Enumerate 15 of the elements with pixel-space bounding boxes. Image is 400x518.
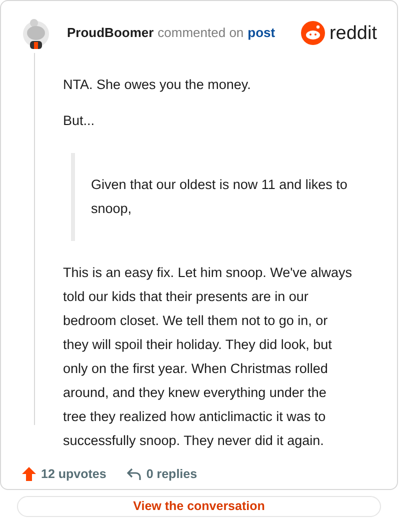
comment-paragraph: But... [63,112,96,130]
reddit-logo-icon [301,21,326,45]
quoted-text: Given that our oldest is now 11 and likes to snoop, [90,176,348,218]
comment-paragraph: NTA. She owes you the money. [63,76,252,94]
comment-paragraph: This is an easy fix. Let him snoop. We've always told our kids that their presents are in our bedroom closet. We tell them not to go in, or they will spoil their holiday. They did look, but only on the first year. When Christmas rolled around, and they knew everything under the tree they realized how anticlimactic it was to successfully snoop. They never did it again. [63,264,353,450]
reply-arrow-icon[interactable] [126,466,142,482]
brand-wordmark: reddit [329,24,377,42]
avatar-icon [21,17,51,49]
action-text: commented on [158,24,244,42]
author-name[interactable]: ProudBoomer [67,23,154,43]
view-conversation-button[interactable]: View the conversation [17,496,381,516]
post-link[interactable]: post [248,23,276,43]
upvote-arrow-icon[interactable] [21,466,37,482]
reply-count: 0 replies [146,466,198,483]
upvote-count: 12 upvotes [41,466,106,483]
